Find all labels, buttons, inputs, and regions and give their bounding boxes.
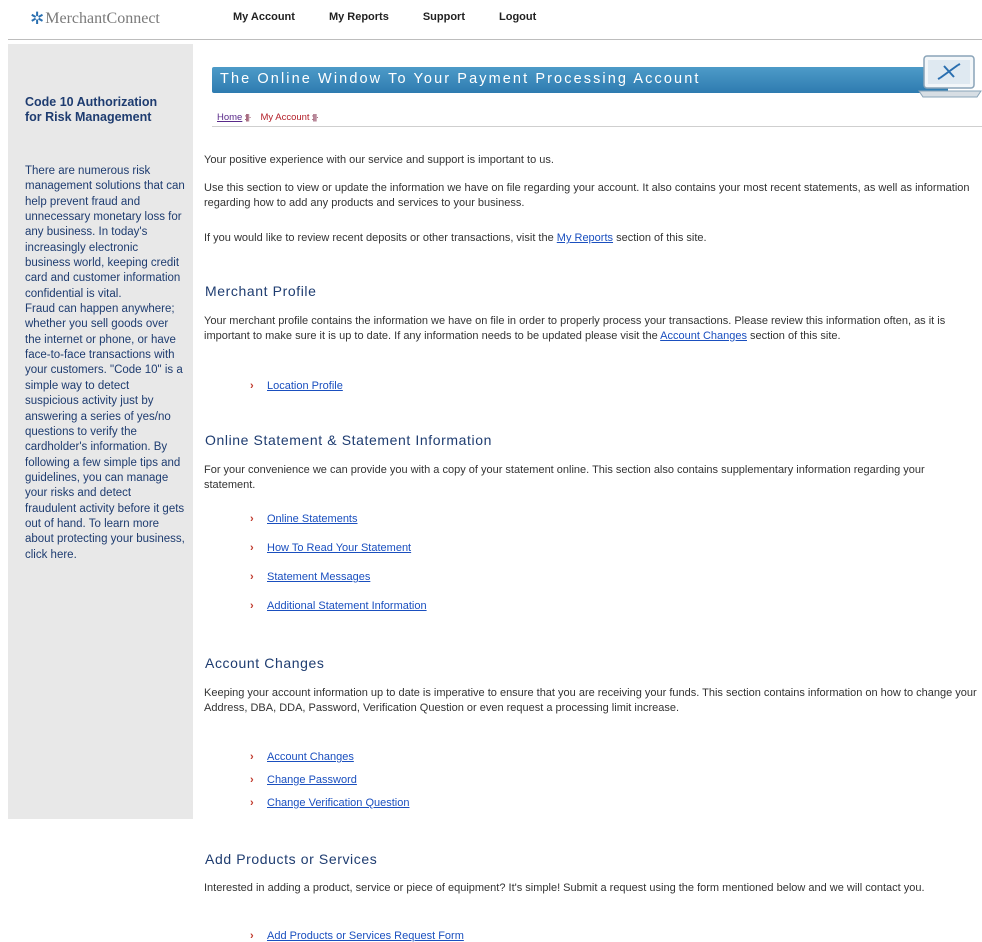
location-profile-link[interactable]: Location Profile — [267, 380, 343, 392]
intro-paragraph-3: If you would like to review recent depos… — [204, 231, 979, 246]
sidebar-title: Code 10 Authorization for Risk Managemen… — [25, 95, 158, 124]
sidebar-body: There are numerous risk management solut… — [25, 164, 185, 563]
list-item: › How To Read Your Statement — [250, 542, 411, 554]
breadcrumb-home[interactable]: Home — [217, 112, 242, 123]
statement-text: For your convenience we can provide you … — [204, 464, 925, 491]
how-to-read-statement-link[interactable]: How To Read Your Statement — [267, 542, 411, 554]
add-products-request-form-link[interactable]: Add Products or Services Request Form — [267, 930, 464, 942]
account-changes-link[interactable]: Account Changes — [267, 751, 354, 763]
profile-text: section of this site. — [747, 329, 841, 342]
merchant-profile-text: Your merchant profile contains the infor… — [204, 314, 979, 343]
breadcrumb: Home :|||· My Account :|||· — [217, 112, 328, 123]
additional-statement-info-link[interactable]: Additional Statement Information — [267, 600, 427, 612]
breadcrumb-separator-icon: :|||· — [244, 113, 251, 122]
merchantconnect-logo[interactable]: ✲ MerchantConnect — [30, 9, 160, 29]
chevron-right-icon: › — [250, 380, 254, 392]
statement-messages-link[interactable]: Statement Messages — [267, 571, 370, 583]
list-item: › Location Profile — [250, 380, 343, 392]
list-item: › Change Password — [250, 774, 357, 786]
intro-paragraph-1: Your positive experience with our servic… — [204, 154, 554, 166]
online-statements-link[interactable]: Online Statements — [267, 513, 358, 525]
nav-my-reports[interactable]: My Reports — [329, 11, 389, 23]
change-verification-question-link[interactable]: Change Verification Question — [267, 797, 409, 809]
nav-logout[interactable]: Logout — [499, 11, 536, 23]
list-item: › Add Products or Services Request Form — [250, 930, 464, 942]
sidebar-paragraph-2[interactable]: Fraud can happen anywhere; whether you s… — [25, 302, 185, 563]
list-item: › Online Statements — [250, 513, 358, 525]
account-changes-heading: Account Changes — [205, 655, 325, 671]
list-item: › Statement Messages — [250, 571, 370, 583]
logo-mark-icon: ✲ — [30, 9, 45, 28]
chevron-right-icon: › — [250, 774, 254, 786]
intro-text: If you would like to review recent depos… — [204, 232, 557, 244]
change-password-link[interactable]: Change Password — [267, 774, 357, 786]
chevron-right-icon: › — [250, 542, 254, 554]
account-changes-inline-link[interactable]: Account Changes — [660, 330, 747, 342]
nav-my-account[interactable]: My Account — [233, 11, 295, 23]
breadcrumb-divider — [212, 126, 982, 127]
laptop-icon — [918, 55, 982, 98]
top-bar: ✲ MerchantConnect My Account My Reports … — [0, 0, 982, 36]
chevron-right-icon: › — [250, 571, 254, 583]
banner: The Online Window To Your Payment Proces… — [212, 67, 948, 93]
statement-heading: Online Statement & Statement Information — [205, 432, 493, 448]
breadcrumb-separator-icon: :|||· — [311, 113, 319, 122]
chevron-right-icon: › — [250, 513, 254, 525]
list-item: › Change Verification Question — [250, 797, 409, 809]
chevron-right-icon: › — [250, 751, 254, 763]
intro-text: section of this site. — [613, 232, 707, 244]
add-products-heading: Add Products or Services — [205, 851, 378, 867]
top-nav: My Account My Reports Support Logout — [233, 11, 570, 23]
nav-support[interactable]: Support — [423, 11, 465, 23]
logo-text: MerchantConnect — [45, 10, 160, 27]
list-item: › Account Changes — [250, 751, 354, 763]
account-changes-text: Keeping your account information up to d… — [204, 687, 977, 714]
chevron-right-icon: › — [250, 797, 254, 809]
intro-paragraph-2: Use this section to view or update the i… — [204, 182, 970, 209]
banner-text: The Online Window To Your Payment Proces… — [220, 71, 701, 87]
my-reports-link[interactable]: My Reports — [557, 232, 613, 244]
sidebar-paragraph-1: There are numerous risk management solut… — [25, 165, 185, 300]
header-divider — [8, 39, 982, 40]
chevron-right-icon: › — [250, 600, 254, 612]
merchant-profile-heading: Merchant Profile — [205, 283, 317, 299]
chevron-right-icon: › — [250, 930, 254, 942]
add-products-text: Interested in adding a product, service … — [204, 882, 925, 894]
list-item: › Additional Statement Information — [250, 600, 427, 612]
breadcrumb-current: My Account — [260, 112, 310, 123]
